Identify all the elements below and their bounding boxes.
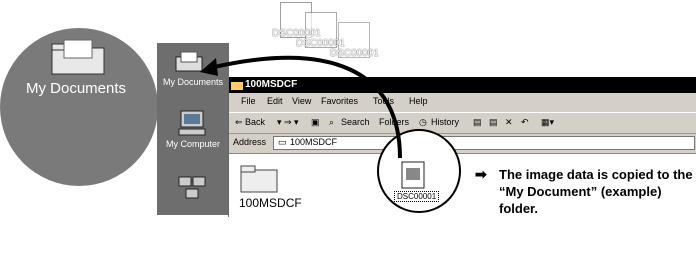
flying-file-label: DSC00001	[330, 48, 379, 59]
copy-to-button[interactable]: ▤	[489, 117, 498, 128]
callout-text: The image data is copied to the “My Docu…	[499, 167, 693, 216]
delete-button[interactable]: ✕	[505, 117, 513, 128]
zoom-label: My Documents	[25, 80, 127, 97]
undo-button[interactable]: ↶	[521, 117, 529, 128]
folder-label: 100MSDCF	[239, 196, 302, 210]
file-label: DSC00001	[394, 191, 440, 202]
desktop-item-network[interactable]	[157, 173, 229, 209]
copy-arrow	[200, 55, 402, 159]
network-icon	[178, 176, 206, 199]
right-arrow-icon: ➡	[475, 166, 487, 182]
views-button[interactable]: ▦▾	[541, 117, 554, 128]
move-to-button[interactable]: ▤	[473, 117, 482, 128]
history-button[interactable]: History	[431, 117, 459, 127]
folder-icon	[51, 39, 105, 75]
